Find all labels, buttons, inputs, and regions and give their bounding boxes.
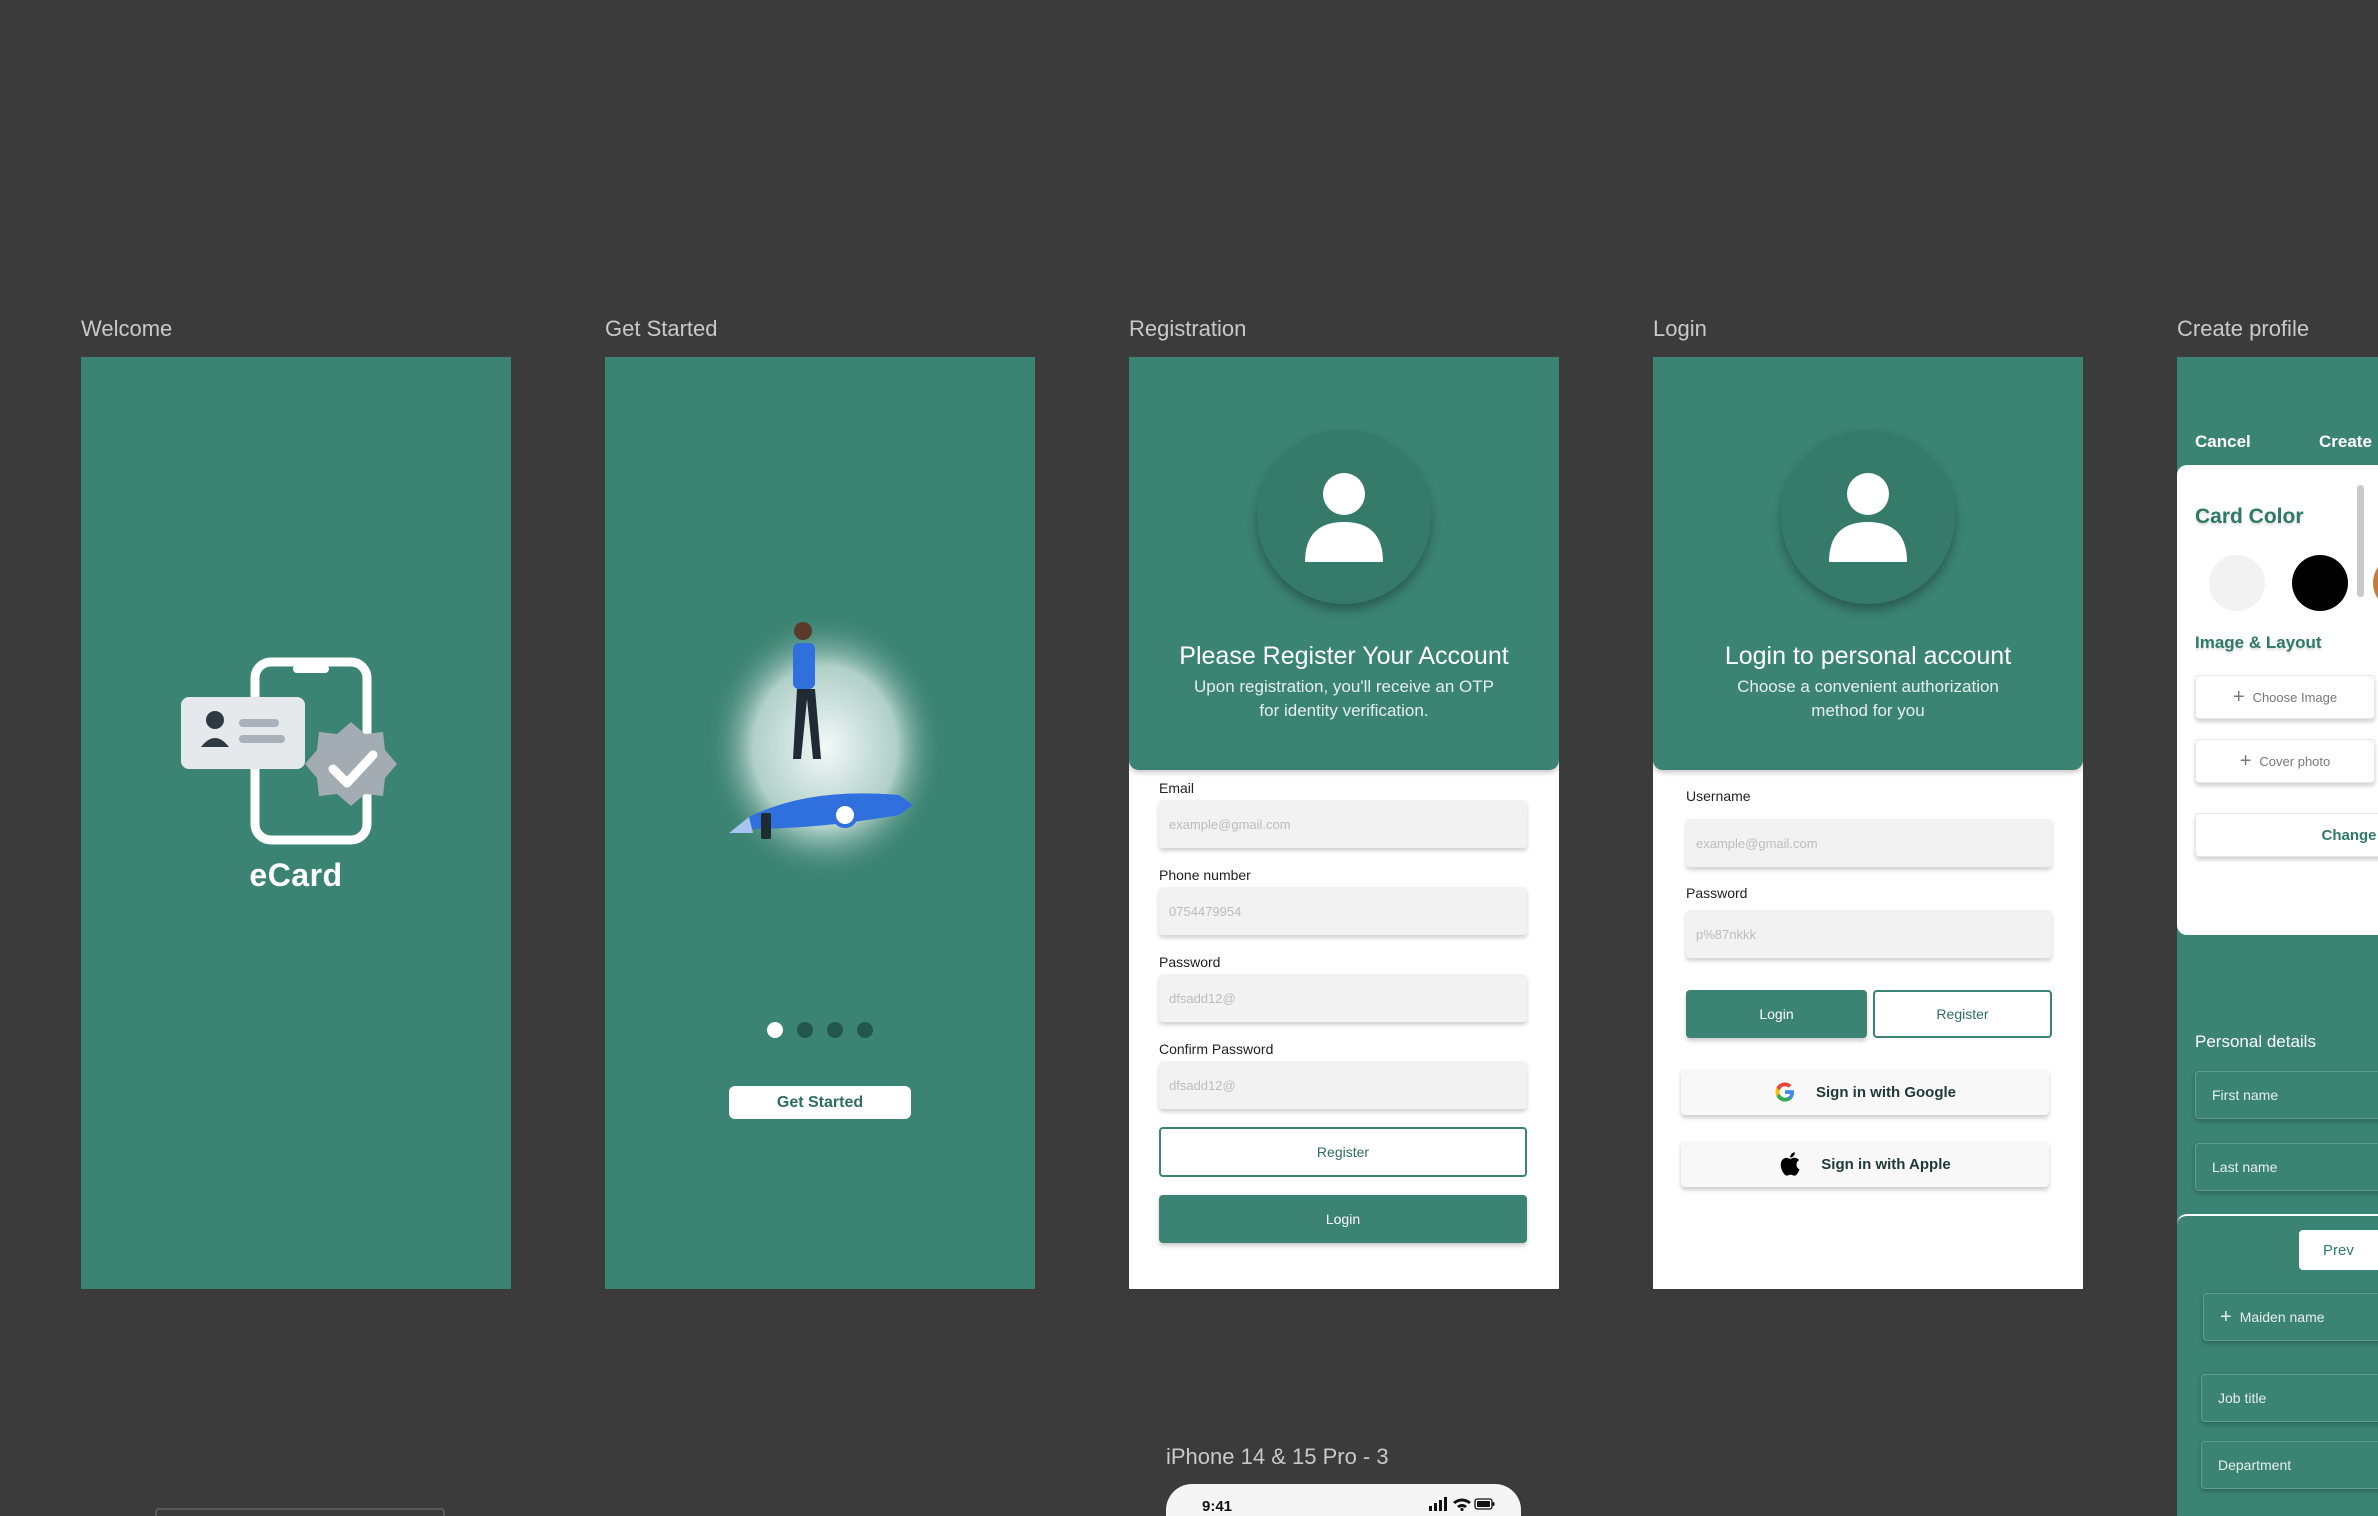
get-started-button[interactable]: Get Started xyxy=(729,1086,911,1119)
phone-field[interactable] xyxy=(1159,887,1527,935)
password-label: Password xyxy=(1159,954,1221,970)
rocket-person-illustration-icon xyxy=(705,617,945,882)
email-label: Email xyxy=(1159,780,1195,796)
choose-image-label: Choose Image xyxy=(2252,689,2338,705)
page-title: Login to personal account xyxy=(1724,642,2012,670)
get-started-screen: Get Started xyxy=(605,357,1035,1289)
frame-label-login: Login xyxy=(1653,316,1707,341)
preview-button[interactable]: Prev xyxy=(2299,1230,2378,1270)
wifi-icon xyxy=(1453,1498,1471,1511)
registration-header: Please Register Your Account Upon regist… xyxy=(1129,357,1559,770)
register-button[interactable]: Register xyxy=(1159,1127,1527,1177)
image-layout-heading: Image & Layout xyxy=(2195,633,2322,652)
cover-photo-button[interactable]: + Cover photo xyxy=(2195,739,2375,783)
offscreen-frame-outline xyxy=(155,1508,445,1516)
battery-icon xyxy=(1474,1498,1495,1510)
swatch-orange[interactable] xyxy=(2373,555,2378,611)
registration-screen: Please Register Your Account Upon regist… xyxy=(1129,357,1559,1289)
frame-label-welcome: Welcome xyxy=(81,316,173,341)
swatch-light[interactable] xyxy=(2209,555,2265,611)
username-label: Username xyxy=(1686,788,1751,804)
login-header: Login to personal account Choose a conve… xyxy=(1653,357,2083,770)
ecard-logo-icon xyxy=(181,657,397,845)
create-profile-screen: Cancel Create Card Color Image & Layout … xyxy=(2177,357,2378,1516)
plus-icon: + xyxy=(2220,1305,2232,1328)
user-icon xyxy=(1305,473,1383,562)
apple-button-label: Sign in with Apple xyxy=(1821,1155,1951,1173)
pagination-dots xyxy=(605,1022,1035,1038)
password-field[interactable] xyxy=(1686,910,2052,958)
register-button[interactable]: Register xyxy=(1873,990,2052,1038)
job-title-field[interactable]: Job title xyxy=(2201,1374,2378,1422)
avatar xyxy=(1257,430,1431,604)
email-field[interactable] xyxy=(1159,800,1527,848)
frame-label-registration: Registration xyxy=(1129,316,1247,341)
welcome-screen: eCard xyxy=(81,357,511,1289)
card-color-heading: Card Color xyxy=(2195,505,2304,528)
frame-label-get-started: Get Started xyxy=(605,316,718,341)
status-icons xyxy=(1429,1497,1495,1511)
department-field[interactable]: Department xyxy=(2201,1441,2378,1489)
pagination-dot-3[interactable] xyxy=(827,1022,843,1038)
preview-bar: Prev xyxy=(2177,1214,2378,1294)
choose-image-button[interactable]: + Choose Image xyxy=(2195,675,2375,719)
cancel-button[interactable]: Cancel xyxy=(2195,432,2251,452)
google-signin-button[interactable]: Sign in with Google xyxy=(1681,1069,2049,1115)
pagination-dot-2[interactable] xyxy=(797,1022,813,1038)
username-field[interactable] xyxy=(1686,819,2052,867)
plus-icon: + xyxy=(2239,749,2252,772)
user-icon xyxy=(1829,473,1907,562)
signal-icon xyxy=(1429,1497,1447,1511)
pagination-dot-4[interactable] xyxy=(857,1022,873,1038)
page-title: Please Register Your Account xyxy=(1179,642,1509,670)
personal-details-heading: Personal details xyxy=(2195,1032,2316,1051)
password-field[interactable] xyxy=(1159,974,1527,1022)
password-label: Password xyxy=(1686,885,1748,901)
page-subtitle: Upon registration, you'll receive an OTP… xyxy=(1194,677,1494,720)
status-time: 9:41 xyxy=(1202,1498,1233,1515)
cover-photo-label: Cover photo xyxy=(2259,753,2331,769)
frame-label-create-profile: Create profile xyxy=(2177,316,2310,341)
apple-signin-button[interactable]: Sign in with Apple xyxy=(1681,1141,2049,1187)
google-button-label: Sign in with Google xyxy=(1816,1083,1956,1101)
login-button[interactable]: Login xyxy=(1686,990,1867,1038)
last-name-field[interactable]: Last name xyxy=(2195,1143,2378,1191)
confirm-password-label: Confirm Password xyxy=(1159,1041,1274,1057)
customization-card: Card Color Image & Layout + Choose Image… xyxy=(2177,465,2378,935)
maiden-name-label: Maiden name xyxy=(2239,1309,2325,1325)
swatch-black[interactable] xyxy=(2292,555,2348,611)
maiden-name-field[interactable]: + Maiden name xyxy=(2203,1293,2378,1341)
frame-label-phone: iPhone 14 & 15 Pro - 3 xyxy=(1166,1444,1389,1469)
avatar xyxy=(1781,430,1955,604)
google-icon xyxy=(1775,1082,1794,1102)
page-subtitle: Choose a convenient authorization method… xyxy=(1737,677,1999,720)
confirm-password-field[interactable] xyxy=(1159,1061,1527,1109)
login-screen: Login to personal account Choose a conve… xyxy=(1653,357,2083,1289)
phone-label: Phone number xyxy=(1159,867,1251,883)
create-button[interactable]: Create xyxy=(2319,432,2372,452)
plus-icon: + xyxy=(2232,685,2245,708)
first-name-field[interactable]: First name xyxy=(2195,1071,2378,1119)
pagination-dot-1[interactable] xyxy=(767,1022,783,1038)
brand-name: eCard xyxy=(249,857,343,893)
change-image-button[interactable]: Change In xyxy=(2195,813,2378,857)
login-button[interactable]: Login xyxy=(1159,1195,1527,1243)
apple-icon xyxy=(1781,1152,1800,1176)
phone-frame: 9:41 xyxy=(1166,1484,1521,1516)
scrollbar[interactable] xyxy=(2357,485,2364,597)
